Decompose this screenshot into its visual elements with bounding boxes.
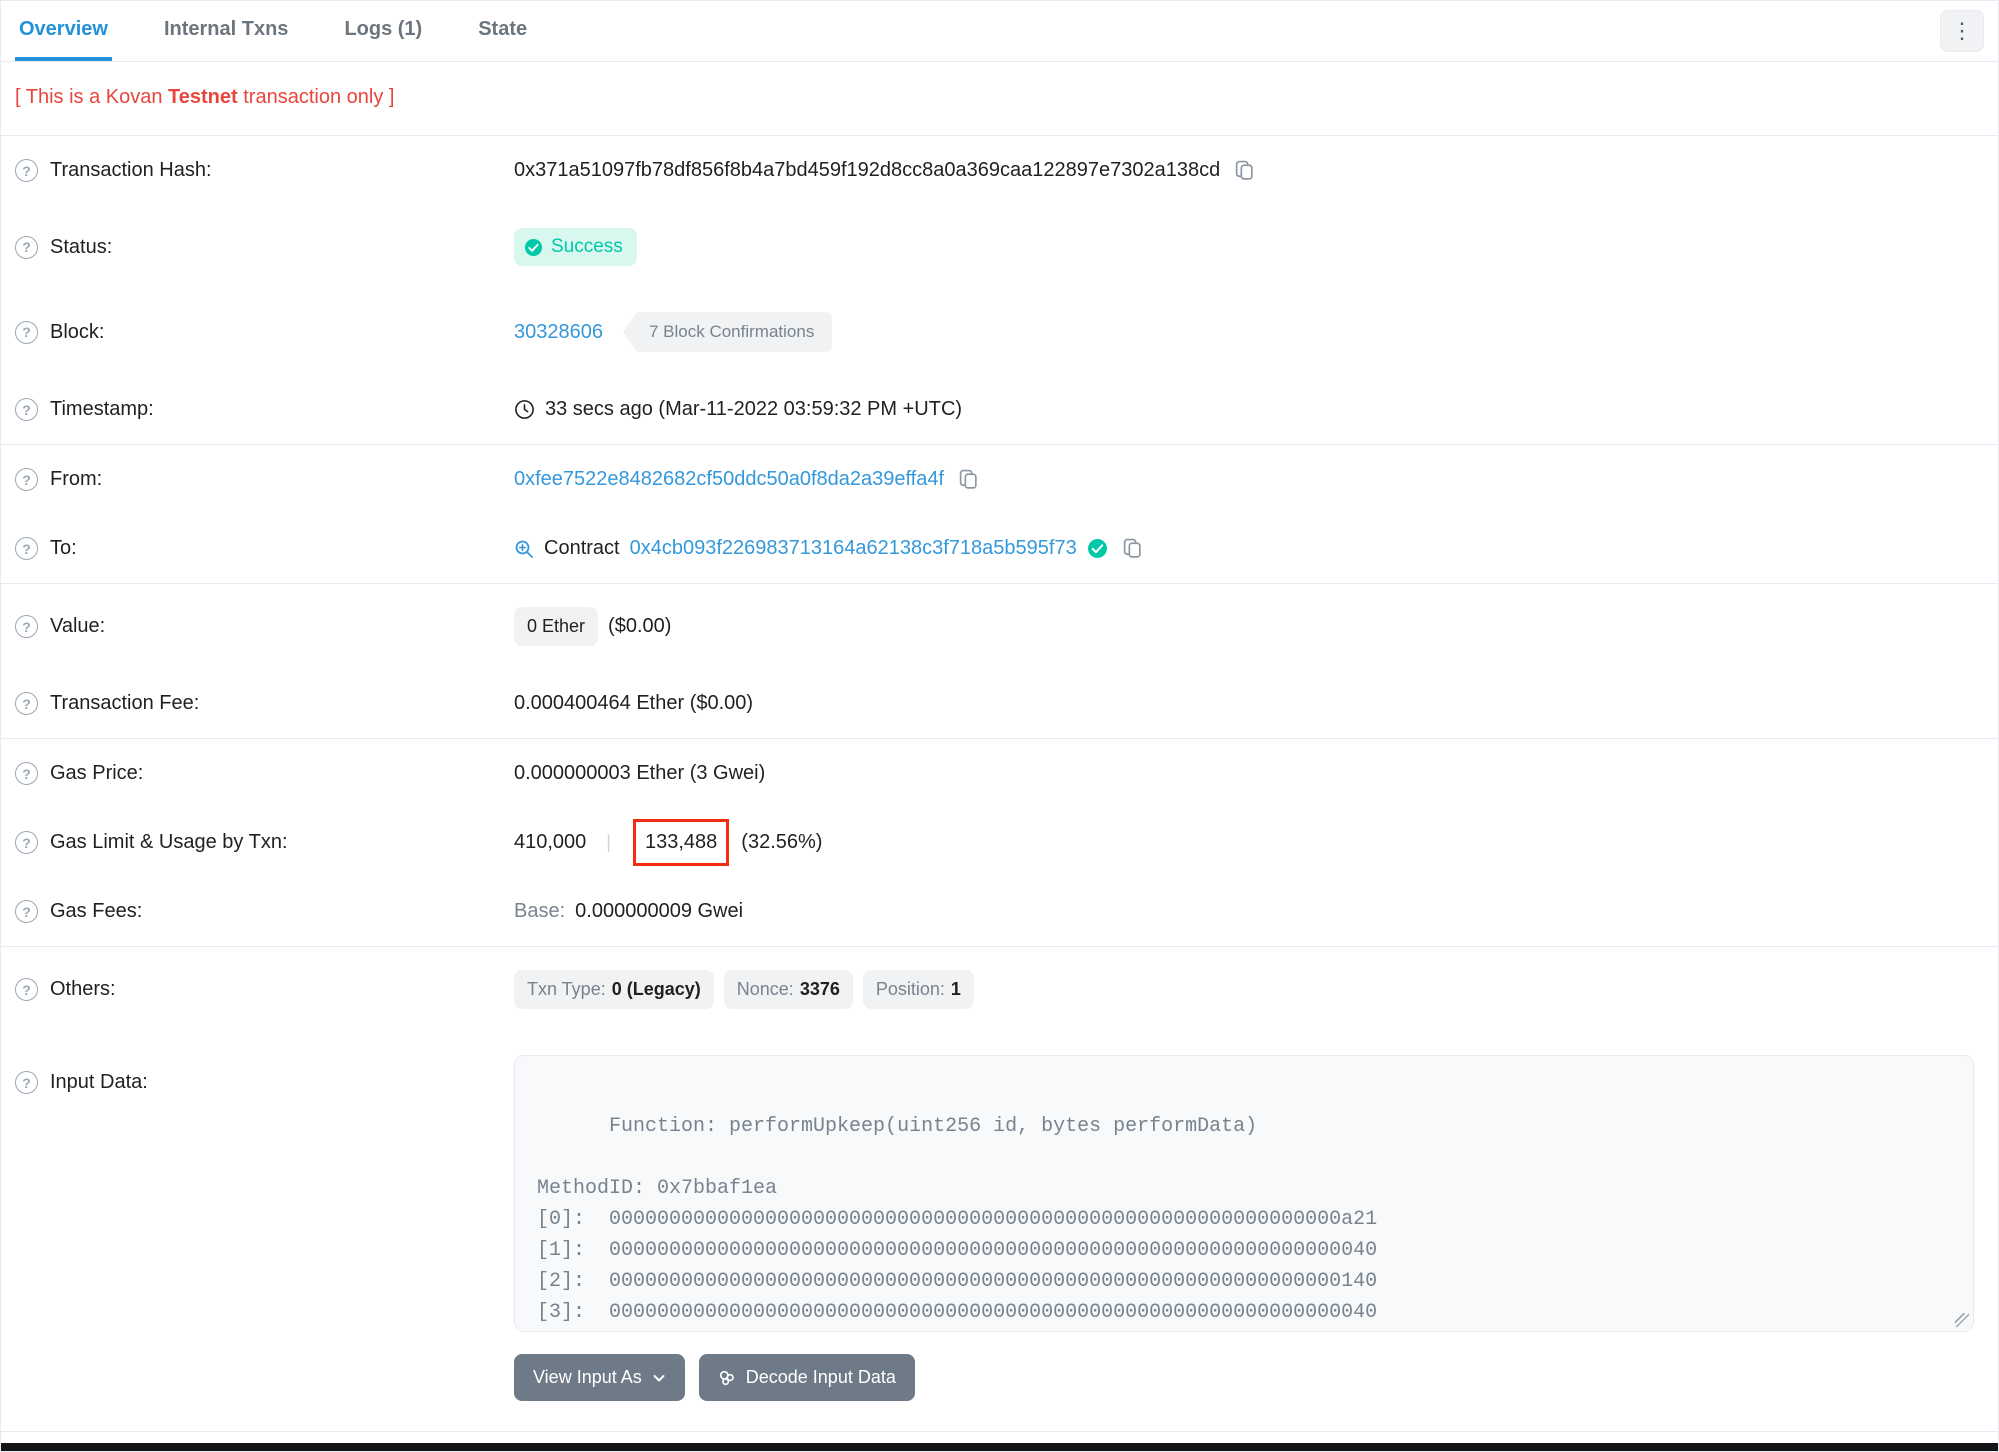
status-label: Status: xyxy=(50,235,113,258)
decode-input-data-button[interactable]: Decode Input Data xyxy=(698,1354,915,1401)
gas-price-label: Gas Price: xyxy=(50,762,144,784)
nonce-badge: Nonce: 3376 xyxy=(723,970,853,1009)
help-icon[interactable]: ? xyxy=(15,320,38,344)
row-gas-limit-usage: ? Gas Limit & Usage by Txn: 410,000 | 13… xyxy=(1,808,1998,877)
to-label: To: xyxy=(50,537,77,559)
kebab-icon: ⋮ xyxy=(1951,18,1973,43)
row-others: ? Others: Txn Type: 0 (Legacy) Nonce: 33… xyxy=(1,947,1998,1032)
row-transaction-hash: ? Transaction Hash: 0x371a51097fb78df856… xyxy=(1,136,1998,205)
from-address-link[interactable]: 0xfee7522e8482682cf50ddc50a0f8da2a39effa… xyxy=(514,468,944,491)
gas-limit-label: Gas Limit & Usage by Txn: xyxy=(50,831,288,853)
timestamp-value: 33 secs ago (Mar-11-2022 03:59:32 PM +UT… xyxy=(545,398,963,420)
block-confirmations-badge: 7 Block Confirmations xyxy=(622,312,833,352)
notice-bold: Testnet xyxy=(168,86,238,108)
view-input-as-label: View Input As xyxy=(533,1367,642,1387)
tab-overview[interactable]: Overview xyxy=(15,1,112,61)
row-value: ? Value: 0 Ether ($0.00) xyxy=(1,584,1998,669)
status-value: Success xyxy=(551,236,623,257)
row-from: ? From: 0xfee7522e8482682cf50ddc50a0f8da… xyxy=(1,445,1998,514)
block-label: Block: xyxy=(50,320,105,343)
row-to: ? To: Contract 0x4cb093f226983713164a621… xyxy=(1,514,1998,583)
tab-state[interactable]: State xyxy=(474,1,531,61)
more-options-button[interactable]: ⋮ xyxy=(1940,10,1984,52)
help-icon[interactable]: ? xyxy=(15,398,38,421)
gas-price-value: 0.000000003 Ether (3 Gwei) xyxy=(514,762,766,784)
zoom-in-icon[interactable] xyxy=(514,539,534,559)
annotation-highlight-box: 133,488 xyxy=(632,819,730,866)
tx-hash-label: Transaction Hash: xyxy=(50,159,212,181)
copy-icon[interactable] xyxy=(958,469,979,490)
bottom-bar xyxy=(1,1443,1998,1451)
help-icon[interactable]: ? xyxy=(15,615,38,638)
help-icon[interactable]: ? xyxy=(15,978,38,1001)
gas-used-percent: (32.56%) xyxy=(741,831,823,853)
copy-icon[interactable] xyxy=(1234,160,1255,181)
value-amount: 0 Ether xyxy=(527,616,586,636)
value-usd: ($0.00) xyxy=(608,615,672,637)
help-icon[interactable]: ? xyxy=(15,1071,38,1094)
testnet-notice: [ This is a Kovan Testnet transaction on… xyxy=(1,62,1998,135)
to-contract-prefix: Contract xyxy=(544,537,620,559)
row-gas-fees: ? Gas Fees: Base: 0.000000009 Gwei xyxy=(1,877,1998,946)
pipe-separator: | xyxy=(606,832,611,852)
notice-prefix: [ This is a Kovan xyxy=(15,86,169,108)
help-icon[interactable]: ? xyxy=(15,831,38,854)
nonce-label: Nonce: xyxy=(736,979,794,999)
status-badge: Success xyxy=(514,228,637,266)
row-status: ? Status: Success xyxy=(1,205,1998,289)
copy-icon[interactable] xyxy=(1122,538,1143,559)
help-icon[interactable]: ? xyxy=(15,900,38,923)
decode-input-data-label: Decode Input Data xyxy=(745,1367,896,1387)
row-gas-price: ? Gas Price: 0.000000003 Ether (3 Gwei) xyxy=(1,739,1998,808)
gas-fees-base-value: 0.000000009 Gwei xyxy=(575,900,744,922)
row-block: ? Block: 30328606 7 Block Confirmations xyxy=(1,289,1998,375)
input-data-label: Input Data: xyxy=(50,1071,148,1093)
gas-fees-base-label: Base: xyxy=(514,900,566,922)
row-transaction-fee: ? Transaction Fee: 0.000400464 Ether ($0… xyxy=(1,669,1998,738)
tab-internal-txns[interactable]: Internal Txns xyxy=(160,1,292,61)
nonce-value: 3376 xyxy=(799,979,840,999)
help-icon[interactable]: ? xyxy=(15,537,38,560)
input-data-text: Function: performUpkeep(uint256 id, byte… xyxy=(537,1115,1378,1324)
resize-handle[interactable] xyxy=(1955,1313,1969,1327)
input-data-actions: View Input As Decode Input Data xyxy=(1,1332,1998,1431)
help-icon[interactable]: ? xyxy=(15,692,38,715)
gas-used-value: 133,488 xyxy=(644,831,718,853)
view-input-as-button[interactable]: View Input As xyxy=(514,1354,685,1401)
input-data-textarea[interactable]: Function: performUpkeep(uint256 id, byte… xyxy=(514,1055,1974,1332)
clock-icon xyxy=(515,400,534,419)
position-badge: Position: 1 xyxy=(862,970,974,1009)
help-icon[interactable]: ? xyxy=(15,235,38,259)
tab-logs[interactable]: Logs (1) xyxy=(340,1,426,61)
others-label: Others: xyxy=(50,978,116,1000)
block-number-link[interactable]: 30328606 xyxy=(514,321,603,344)
tx-fee-label: Transaction Fee: xyxy=(50,692,200,714)
gas-fees-label: Gas Fees: xyxy=(50,900,143,922)
to-address-link[interactable]: 0x4cb093f226983713164a62138c3f718a5b595f… xyxy=(630,537,1077,560)
tx-hash-value: 0x371a51097fb78df856f8b4a7bd459f192d8cc8… xyxy=(514,159,1221,181)
value-label: Value: xyxy=(50,615,106,637)
from-label: From: xyxy=(50,468,103,490)
decode-puzzle-icon xyxy=(719,1370,734,1385)
notice-suffix: transaction only ] xyxy=(237,86,395,108)
txn-type-value: 0 (Legacy) xyxy=(611,979,701,999)
help-icon[interactable]: ? xyxy=(15,762,38,785)
position-value: 1 xyxy=(950,979,961,999)
position-label: Position: xyxy=(875,979,945,999)
txn-type-label: Txn Type: xyxy=(527,979,606,999)
help-icon[interactable]: ? xyxy=(15,468,38,491)
tx-fee-value: 0.000400464 Ether ($0.00) xyxy=(514,692,754,714)
timestamp-label: Timestamp: xyxy=(50,398,154,420)
check-circle-icon xyxy=(524,238,543,256)
help-icon[interactable]: ? xyxy=(15,159,38,182)
row-timestamp: ? Timestamp: 33 secs ago (Mar-11-2022 03… xyxy=(1,375,1998,444)
tab-bar: Overview Internal Txns Logs (1) State ⋮ xyxy=(1,1,1998,62)
verified-check-icon xyxy=(1087,539,1107,558)
txn-type-badge: Txn Type: 0 (Legacy) xyxy=(514,970,714,1009)
value-badge: 0 Ether xyxy=(514,607,599,646)
row-input-data: ? Input Data: Function: performUpkeep(ui… xyxy=(1,1032,1998,1332)
gas-limit-value: 410,000 xyxy=(514,831,587,853)
chevron-down-icon xyxy=(653,1374,665,1381)
